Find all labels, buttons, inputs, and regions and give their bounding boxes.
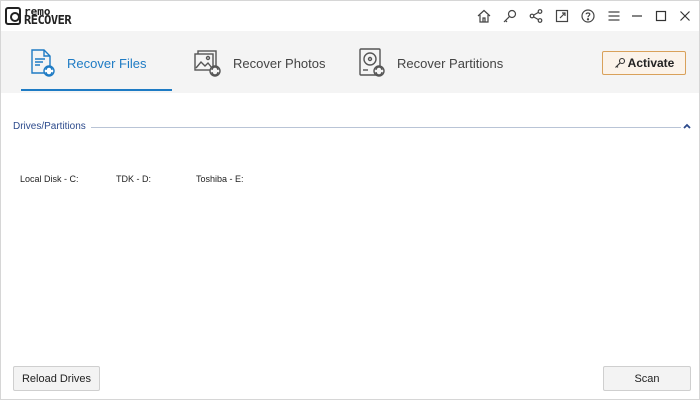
key-icon [614,57,625,68]
tab-recover-partitions-label: Recover Partitions [397,55,504,71]
feedback-icon[interactable] [549,5,575,27]
tab-recover-photos[interactable]: Recover Photos [191,45,326,81]
tab-recover-files[interactable]: Recover Files [25,45,146,81]
activate-label: Activate [627,56,675,70]
recover-photos-icon [194,50,221,77]
title-bar: remo RECOVER [1,1,699,31]
recover-partitions-icon [359,48,385,77]
minimize-icon[interactable] [625,5,649,27]
activate-button[interactable]: Activate [602,51,686,75]
recover-files-icon [31,49,55,77]
drive-item-d[interactable]: TDK - D: [116,174,151,184]
drives-section-title: Drives/Partitions [13,121,90,132]
app-window: remo RECOVER Recover Files Recover Photo… [0,0,700,400]
active-tab-indicator [21,89,172,91]
section-divider [91,127,681,128]
home-icon[interactable] [471,5,497,27]
title-bar-icons [471,5,627,27]
maximize-icon[interactable] [649,5,673,27]
menu-icon[interactable] [601,5,627,27]
logo-line2: RECOVER [24,13,72,27]
tab-recover-photos-label: Recover Photos [233,55,326,71]
share-icon[interactable] [523,5,549,27]
tab-strip: Recover Files Recover Photos Recover Par… [1,31,699,93]
logo-text: remo RECOVER [24,6,72,27]
chevron-up-icon[interactable] [681,120,693,132]
search-key-icon[interactable] [497,5,523,27]
close-icon[interactable] [673,5,697,27]
tab-recover-files-label: Recover Files [67,55,147,71]
logo-mark-icon [5,7,21,25]
app-logo: remo RECOVER [5,5,72,27]
window-controls [625,5,697,27]
tab-recover-partitions[interactable]: Recover Partitions [355,45,503,81]
scan-button[interactable]: Scan [603,366,691,391]
drive-item-e[interactable]: Toshiba - E: [196,174,244,184]
reload-drives-button[interactable]: Reload Drives [13,366,100,391]
help-icon[interactable] [575,5,601,27]
drive-item-c[interactable]: Local Disk - C: [20,174,79,184]
